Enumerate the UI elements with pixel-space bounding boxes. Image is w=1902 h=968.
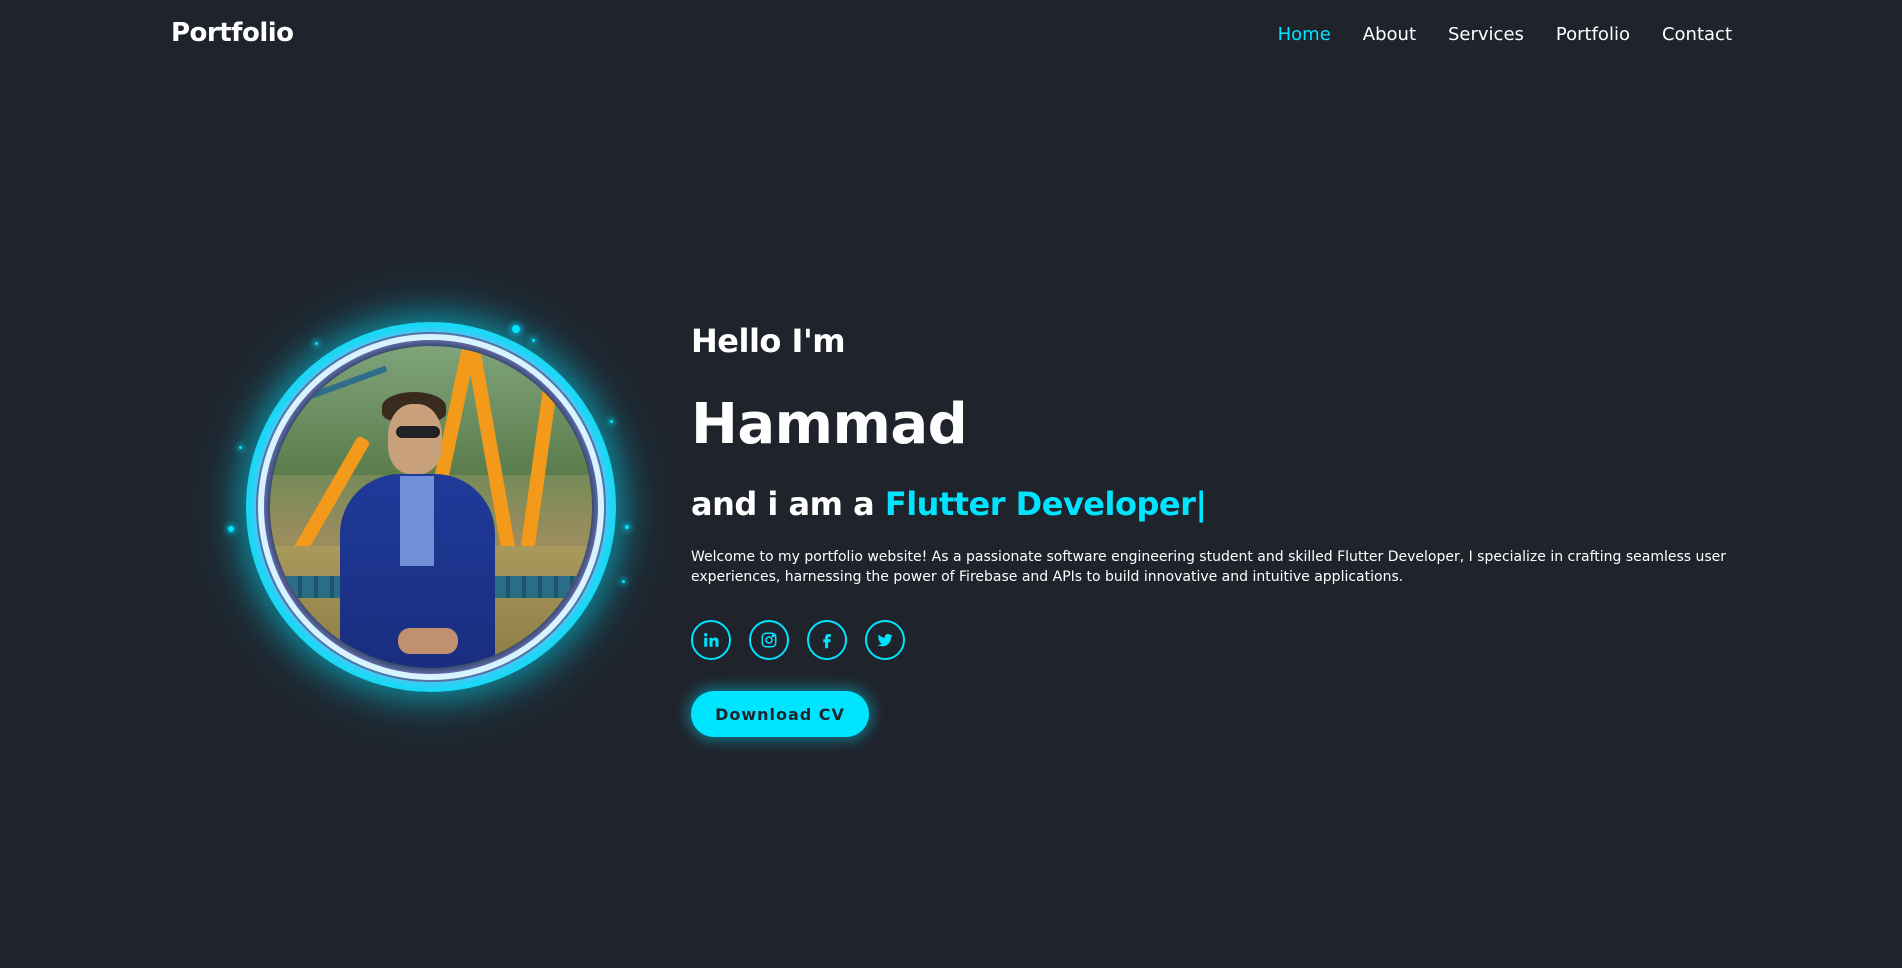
site-logo[interactable]: Portfolio [171, 18, 294, 48]
decor-dot [625, 525, 629, 529]
download-cv-button[interactable]: Download CV [691, 691, 869, 737]
nav-links: Home About Services Portfolio Contact [1278, 24, 1732, 45]
hero-content: Hello I'm Hammad and i am a Flutter Deve… [691, 322, 1741, 737]
nav-link-contact[interactable]: Contact [1662, 24, 1732, 45]
decor-dot [610, 420, 613, 423]
role-prefix: and i am a [691, 485, 885, 523]
linkedin-icon[interactable] [691, 620, 731, 660]
nav-link-portfolio[interactable]: Portfolio [1556, 24, 1630, 45]
hero-greeting: Hello I'm [691, 322, 846, 360]
facebook-icon[interactable] [807, 620, 847, 660]
nav-link-services[interactable]: Services [1448, 24, 1524, 45]
social-links [691, 620, 1741, 660]
decor-dot [315, 342, 318, 345]
role-highlight: Flutter Developer [884, 485, 1196, 523]
instagram-icon[interactable] [749, 620, 789, 660]
decor-dot [239, 446, 242, 449]
typing-cursor: | [1195, 485, 1207, 523]
decor-dot [532, 339, 535, 342]
twitter-icon[interactable] [865, 620, 905, 660]
profile-photo [270, 346, 592, 668]
hero-intro: Welcome to my portfolio website! As a pa… [691, 549, 1727, 585]
hero-name: Hammad [691, 392, 968, 457]
decor-dot [228, 526, 234, 532]
profile-image-frame [228, 314, 629, 714]
decor-dot [622, 580, 625, 583]
navbar: Portfolio Home About Services Portfolio … [0, 0, 1902, 72]
nav-link-home[interactable]: Home [1278, 24, 1331, 45]
nav-link-about[interactable]: About [1363, 24, 1416, 45]
hero-role-line: and i am a Flutter Developer| [691, 485, 1741, 523]
decor-dot [512, 325, 520, 333]
